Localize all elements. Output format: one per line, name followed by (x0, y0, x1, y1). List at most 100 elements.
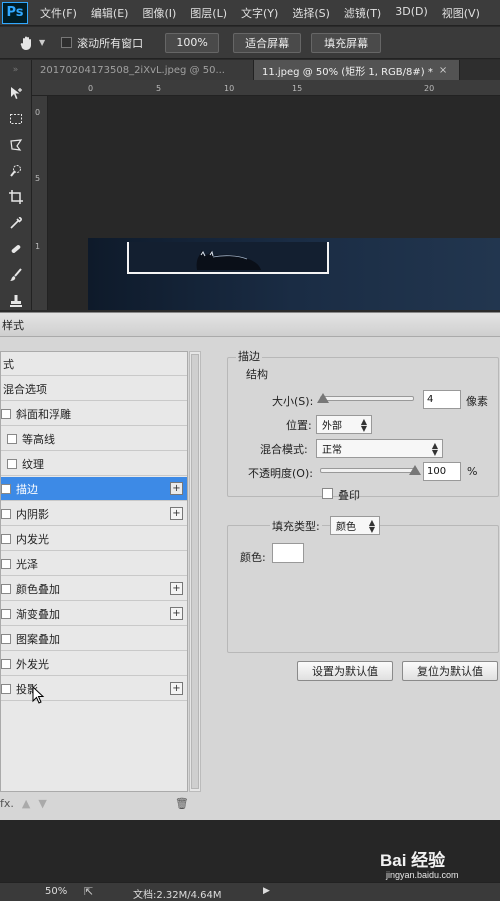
document-tab-bar: 20170204173508_2iXvL.jpeg @ 50... 11.jpe… (32, 60, 500, 80)
vertical-ruler: 0 5 1 (32, 96, 48, 310)
dialog-title-bar[interactable]: 样式 (0, 313, 500, 337)
menu-select[interactable]: 选择(S) (292, 5, 330, 21)
style-item-satin[interactable]: 光泽 (1, 552, 187, 576)
menu-file[interactable]: 文件(F) (40, 5, 77, 21)
style-item-outer-glow[interactable]: 外发光 (1, 652, 187, 676)
style-checkbox[interactable] (1, 658, 11, 669)
add-stroke-plus-icon[interactable]: + (170, 482, 183, 495)
menu-type[interactable]: 文字(Y) (241, 5, 278, 21)
style-item-label: 内发光 (16, 532, 49, 546)
style-checkbox[interactable] (1, 683, 11, 694)
status-zoom-level[interactable]: 50% (45, 886, 67, 897)
marquee-tool-icon[interactable] (0, 106, 32, 132)
style-item-color-overlay[interactable]: 颜色叠加 + (1, 577, 187, 601)
zoom-100-button[interactable]: 100% (165, 32, 220, 53)
menu-layer[interactable]: 图层(L) (190, 5, 227, 21)
opacity-input[interactable]: 100 (423, 462, 461, 481)
move-down-icon[interactable]: ▼ (38, 797, 46, 810)
close-tab-icon[interactable]: × (439, 65, 447, 76)
opacity-unit-label: % (467, 465, 478, 478)
add-color-overlay-plus-icon[interactable]: + (170, 582, 183, 595)
style-checkbox[interactable] (7, 433, 17, 444)
crop-tool-icon[interactable] (0, 184, 32, 210)
style-item-label: 颜色叠加 (16, 582, 60, 596)
reset-to-default-button[interactable]: 复位为默认值 (402, 661, 498, 681)
overprint-checkbox[interactable] (322, 488, 333, 499)
blend-mode-select[interactable]: 正常 ▲ ▼ (316, 439, 443, 458)
style-item-texture[interactable]: 纹理 (1, 452, 187, 476)
tab-document-2[interactable]: 11.jpeg @ 50% (矩形 1, RGB/8#) * × (254, 60, 460, 80)
opacity-label: 不透明度(O): (248, 467, 313, 480)
fill-type-label: 填充类型: (270, 518, 322, 534)
size-input[interactable]: 4 (423, 390, 461, 409)
style-checkbox[interactable] (1, 508, 11, 519)
styles-list-scrollbar[interactable] (189, 351, 201, 792)
style-item-gradient-overlay[interactable]: 渐变叠加 + (1, 602, 187, 626)
style-item-label: 斜面和浮雕 (16, 407, 71, 421)
style-item-inner-glow[interactable]: 内发光 (1, 527, 187, 551)
healing-brush-tool-icon[interactable] (0, 236, 32, 262)
trash-icon[interactable]: 🗑 (175, 797, 189, 810)
style-checkbox[interactable] (7, 458, 17, 469)
status-menu-arrow-icon[interactable]: ▶ (263, 886, 270, 896)
clone-stamp-tool-icon[interactable] (0, 288, 32, 314)
options-bar: ▼ 滚动所有窗口 100% 适合屏幕 填充屏幕 (0, 27, 500, 59)
menu-filter[interactable]: 滤镜(T) (344, 5, 381, 21)
eyedropper-tool-icon[interactable] (0, 210, 32, 236)
scroll-all-windows-checkbox[interactable] (61, 37, 73, 48)
brush-tool-icon[interactable] (0, 262, 32, 288)
menu-3d[interactable]: 3D(D) (395, 5, 428, 21)
fill-screen-button[interactable]: 填充屏幕 (311, 32, 382, 53)
set-as-default-button[interactable]: 设置为默认值 (297, 661, 393, 681)
menu-edit[interactable]: 编辑(E) (91, 5, 129, 21)
fill-type-select[interactable]: 颜色 ▲ ▼ (330, 516, 380, 535)
export-icon[interactable]: ⇱ (84, 885, 93, 898)
styles-header-item[interactable]: 式 (1, 352, 187, 376)
scrollbar-thumb[interactable] (191, 354, 199, 789)
ruler-tick: 10 (224, 84, 235, 93)
select-arrows-icon: ▲ ▼ (360, 417, 367, 433)
toolbar-collapse-icon[interactable]: » (0, 60, 31, 80)
hand-icon[interactable] (18, 34, 36, 52)
move-tool-icon[interactable] (0, 80, 32, 106)
style-checkbox[interactable] (1, 533, 11, 544)
style-item-inner-shadow[interactable]: 内阴影 + (1, 502, 187, 526)
tool-preset-dropdown-icon[interactable]: ▼ (39, 38, 45, 47)
photoshop-logo[interactable]: Ps (2, 1, 28, 24)
style-item-pattern-overlay[interactable]: 图案叠加 (1, 627, 187, 651)
add-inner-shadow-plus-icon[interactable]: + (170, 507, 183, 520)
mouse-cursor-icon (32, 686, 45, 704)
add-drop-shadow-plus-icon[interactable]: + (170, 682, 183, 695)
baidu-jingyan-watermark: Bai 经验 jingyan.baidu.com (372, 846, 498, 886)
menu-image[interactable]: 图像(I) (142, 5, 176, 21)
style-item-blending-options[interactable]: 混合选项 (1, 377, 187, 401)
opacity-slider[interactable] (320, 468, 416, 473)
style-checkbox[interactable] (1, 483, 11, 494)
opacity-slider-thumb[interactable] (409, 465, 421, 475)
style-checkbox[interactable] (1, 408, 11, 419)
size-slider-thumb[interactable] (317, 393, 329, 403)
position-select[interactable]: 外部 ▲ ▼ (316, 415, 372, 434)
style-item-bevel-emboss[interactable]: 斜面和浮雕 (1, 402, 187, 426)
fx-icon[interactable]: fx. (0, 797, 14, 810)
lasso-tool-icon[interactable] (0, 132, 32, 158)
style-checkbox[interactable] (1, 558, 11, 569)
size-slider[interactable] (320, 396, 414, 401)
stroke-color-swatch[interactable] (272, 543, 304, 563)
move-up-icon[interactable]: ▲ (22, 797, 30, 810)
document-canvas[interactable] (48, 96, 500, 310)
fit-screen-button[interactable]: 适合屏幕 (233, 32, 302, 53)
style-checkbox[interactable] (1, 633, 11, 644)
quick-selection-tool-icon[interactable] (0, 158, 32, 184)
style-item-drop-shadow[interactable]: 投影 + (1, 677, 187, 701)
style-item-contour[interactable]: 等高线 (1, 427, 187, 451)
menu-view[interactable]: 视图(V) (442, 5, 480, 21)
overprint-label: 叠印 (338, 489, 360, 502)
ruler-tick: 20 (424, 84, 435, 93)
add-gradient-overlay-plus-icon[interactable]: + (170, 607, 183, 620)
tab-document-1[interactable]: 20170204173508_2iXvL.jpeg @ 50... (32, 60, 254, 80)
style-checkbox[interactable] (1, 608, 11, 619)
style-item-label: 内阴影 (16, 507, 49, 521)
style-checkbox[interactable] (1, 583, 11, 594)
style-item-stroke[interactable]: 描边 + (1, 477, 187, 501)
